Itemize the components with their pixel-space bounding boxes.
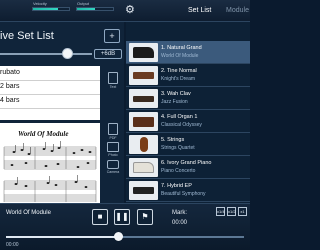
voice-name: 3. Wah Clav: [161, 91, 191, 97]
sheet-music-image: [3, 141, 97, 202]
volume-slider-track: [0, 53, 92, 55]
voice-name: 5. Strings: [161, 137, 185, 143]
tab-module[interactable]: Module: [226, 7, 249, 14]
photo-label: Photo: [108, 153, 118, 157]
score-sheet[interactable]: World Of Module: [0, 123, 100, 203]
set-list-panel: ive Set List + +6dB rubato 2 bars 4 bars…: [0, 22, 124, 203]
memo-line: rubato: [0, 69, 20, 76]
mark-flag-button[interactable]: ⚑: [137, 209, 153, 225]
document-icon: [108, 72, 118, 84]
voice-song: Strings Quartet: [161, 145, 195, 151]
volume-slider[interactable]: +6dB: [0, 48, 124, 60]
camera-label: Camera: [106, 170, 120, 174]
memo-rule: [0, 108, 100, 109]
voice-item-3[interactable]: 3. Wah Clav Jazz Fusion: [126, 87, 250, 110]
stop-icon: ■: [97, 212, 103, 221]
velocity-meter: [32, 7, 70, 11]
camera-button[interactable]: Camera: [104, 160, 122, 174]
voice-item-1[interactable]: 1. Natural Grand World Of Module: [126, 41, 250, 64]
organ-icon: [129, 112, 158, 131]
playback-position-slider[interactable]: [6, 232, 244, 241]
memo-rule: [0, 94, 100, 95]
player-bar: World Of Module ■ ❚❚ ⚑ Mark: 00:00 x1/4 …: [0, 203, 250, 250]
set-list-title: ive Set List: [0, 30, 54, 42]
voice-item-4[interactable]: 4. Full Organ 1 Classical Odyssey: [126, 110, 250, 133]
voice-name: 1. Natural Grand: [161, 45, 202, 51]
pdf-button[interactable]: PDF: [104, 123, 122, 140]
voice-name: 2. Tine Normal: [161, 68, 197, 74]
speed-quarter-button[interactable]: x1/4: [216, 207, 225, 216]
current-song-title: World Of Module: [6, 210, 51, 216]
set-list-header: ive Set List +: [0, 26, 124, 46]
memo-line: 2 bars: [0, 83, 20, 90]
pause-icon: ❚❚: [115, 212, 129, 221]
voice-list: 1. Natural Grand World Of Module 2. Tine…: [126, 22, 250, 203]
pdf-icon: [108, 123, 118, 135]
text-memo-button[interactable]: Text: [104, 72, 122, 89]
playback-position-knob[interactable]: [113, 232, 123, 241]
memo-text-area[interactable]: rubato 2 bars 4 bars: [0, 66, 100, 120]
voice-name: 7. Hybrid EP: [161, 183, 192, 189]
memo-line: 4 bars: [0, 97, 20, 104]
mark-time: 00:00: [172, 220, 188, 226]
output-label: Output: [77, 1, 90, 6]
velocity-label: Velocity: [33, 1, 47, 6]
voice-item-5[interactable]: 5. Strings Strings Quartet: [126, 133, 250, 156]
grand-piano-icon: [129, 158, 158, 177]
elapsed-time: 00:00: [6, 242, 19, 248]
pause-button[interactable]: ❚❚: [114, 209, 130, 225]
voice-item-6[interactable]: 6. Ivory Grand Piano Piano Concerto: [126, 156, 250, 179]
gear-icon[interactable]: ⚙: [125, 3, 135, 16]
output-meter-fill: [77, 8, 95, 10]
output-meter: [76, 7, 114, 11]
playback-progress-fill: [6, 236, 118, 238]
grand-piano-icon: [129, 43, 158, 62]
strings-icon: [129, 135, 158, 154]
clavinet-icon: [129, 89, 158, 108]
memo-rule: [0, 80, 100, 81]
voice-song: Classical Odyssey: [161, 122, 202, 128]
text-memo-label: Text: [109, 85, 117, 89]
voice-name: 6. Ivory Grand Piano: [161, 160, 212, 166]
photo-icon: [107, 142, 119, 152]
voice-item-2[interactable]: 2. Tine Normal Knight's Dream: [126, 64, 250, 87]
voice-song: Piano Concerto: [161, 168, 196, 174]
top-bar: Velocity Output ⚙ Set List Module: [0, 0, 250, 22]
voice-item-7[interactable]: 7. Hybrid EP Beautiful Symphony: [126, 179, 250, 202]
volume-slider-knob[interactable]: [62, 48, 73, 59]
electric-piano-icon: [129, 181, 158, 200]
gain-button[interactable]: +6dB: [94, 49, 122, 59]
velocity-meter-fill: [33, 8, 59, 10]
add-song-button[interactable]: +: [104, 29, 120, 43]
pdf-label: PDF: [109, 136, 117, 140]
voice-song: Jazz Fusion: [161, 99, 188, 105]
photo-button[interactable]: Photo: [104, 142, 122, 157]
mark-label: Mark:: [172, 210, 187, 216]
speed-half-button[interactable]: x1/2: [227, 207, 236, 216]
stop-button[interactable]: ■: [92, 209, 108, 225]
camera-icon: [107, 160, 119, 169]
voice-song: World Of Module: [161, 53, 199, 59]
electric-piano-icon: [129, 66, 158, 85]
flag-icon: ⚑: [141, 212, 149, 221]
tab-set-list[interactable]: Set List: [188, 7, 211, 14]
voice-name: 4. Full Organ 1: [161, 114, 198, 120]
app-window: Velocity Output ⚙ Set List Module ive Se…: [0, 0, 250, 250]
speed-normal-button[interactable]: x1: [238, 207, 247, 216]
voice-song: Knight's Dream: [161, 76, 196, 82]
voice-song: Beautiful Symphony: [161, 191, 206, 197]
